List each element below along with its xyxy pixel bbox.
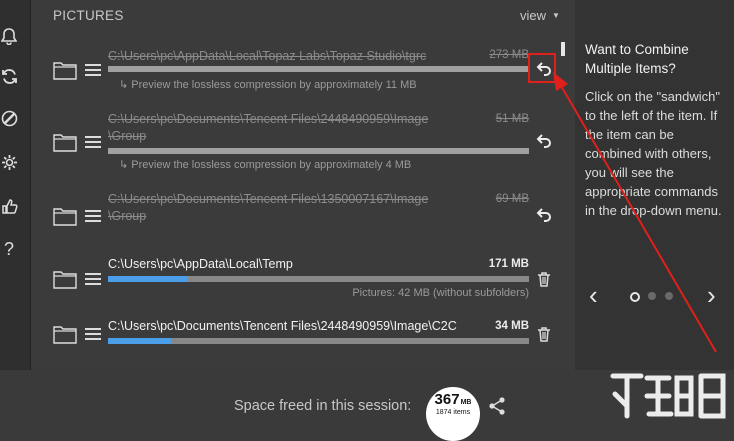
share-icon[interactable] (487, 396, 507, 416)
previous-tip-button[interactable]: ‹ (589, 280, 598, 311)
chevron-down-icon: ▼ (552, 11, 560, 20)
view-dropdown[interactable]: view ▼ (520, 8, 560, 23)
list-item: C:\Users\pc\Documents\Tencent Files\1350… (31, 192, 575, 254)
help-icon[interactable]: ? (0, 239, 18, 259)
carousel-dot[interactable] (648, 292, 656, 300)
item-path: C:\Users\pc\Documents\Tencent Files\1350… (108, 192, 429, 223)
freed-value: 367 (434, 391, 460, 408)
carousel-dot[interactable] (665, 292, 673, 300)
progress-fill (108, 66, 529, 72)
scrollbar-thumb[interactable] (561, 42, 565, 56)
item-path: C:\Users\pc\AppData\Local\Temp (108, 257, 293, 271)
tip-body: Click on the "sandwich" to the left of t… (585, 89, 722, 218)
folder-icon[interactable] (53, 324, 77, 344)
list-item: C:\Users\pc\AppData\Local\Temp 171 MB Pi… (31, 256, 575, 318)
list-item: C:\Users\pc\AppData\Local\Topaz Labs\Top… (31, 40, 575, 102)
sandwich-menu-icon[interactable] (85, 63, 101, 77)
freed-unit: MB (460, 399, 472, 406)
item-note: ↳ Preview the lossless compression by ap… (119, 159, 412, 171)
progress-bar (108, 276, 529, 282)
item-size: 34 MB (495, 320, 529, 332)
sandwich-menu-icon[interactable] (85, 135, 101, 149)
trash-icon[interactable] (536, 271, 552, 287)
trash-icon[interactable] (536, 326, 552, 342)
progress-bar (108, 66, 529, 72)
list-item: C:\Users\pc\Documents\Tencent Files\2448… (31, 112, 575, 174)
section-title: PICTURES (53, 8, 124, 23)
refresh-icon[interactable] (0, 67, 18, 85)
undo-icon[interactable] (536, 133, 552, 149)
undo-icon[interactable] (536, 207, 552, 223)
folder-icon[interactable] (53, 206, 77, 226)
progress-bar (108, 338, 529, 344)
folder-icon[interactable] (53, 132, 77, 152)
highlight-box (528, 53, 556, 83)
progress-fill (108, 276, 188, 282)
item-path: C:\Users\pc\Documents\Tencent Files\2448… (108, 112, 429, 143)
folder-icon[interactable] (53, 269, 77, 289)
tip-title: Want to Combine Multiple Items? (585, 42, 689, 76)
space-freed-badge: 367MB 1874 items (426, 387, 480, 441)
progress-bar (108, 148, 529, 154)
sandwich-menu-icon[interactable] (85, 272, 101, 286)
item-size: 51 MB (495, 113, 529, 125)
sandwich-menu-icon[interactable] (85, 209, 101, 223)
item-size: 273 MB (489, 49, 529, 61)
tips-panel: Want to Combine Multiple Items? Click on… (575, 0, 734, 370)
carousel-dot-active[interactable] (630, 292, 640, 302)
next-tip-button[interactable]: › (707, 280, 716, 311)
freed-items: 1874 items (435, 409, 471, 416)
folder-icon[interactable] (53, 60, 77, 80)
bell-icon[interactable] (0, 27, 18, 45)
item-note: ↳ Preview the lossless compression by ap… (119, 79, 417, 91)
pictures-panel: PICTURES view ▼ C:\Users\pc\AppData\Local… (31, 0, 575, 370)
view-label: view (520, 8, 547, 23)
thumbs-up-icon[interactable] (0, 197, 18, 215)
item-size: 171 MB (488, 258, 529, 270)
item-note: Pictures: 42 MB (without subfolders) (352, 287, 529, 299)
item-path: C:\Users\pc\AppData\Local\Topaz Labs\Top… (108, 49, 427, 63)
progress-fill (108, 338, 172, 344)
sandwich-menu-icon[interactable] (85, 327, 101, 341)
item-path: C:\Users\pc\Documents\Tencent Files\2448… (108, 319, 457, 333)
progress-fill (108, 148, 529, 154)
settings-gear-icon[interactable] (0, 153, 18, 171)
compress-icon[interactable] (0, 109, 18, 127)
item-size: 69 MB (495, 193, 529, 205)
space-freed-label: Space freed in this session: (234, 398, 412, 414)
left-rail: ? (0, 0, 31, 370)
watermark-logo (610, 373, 726, 419)
